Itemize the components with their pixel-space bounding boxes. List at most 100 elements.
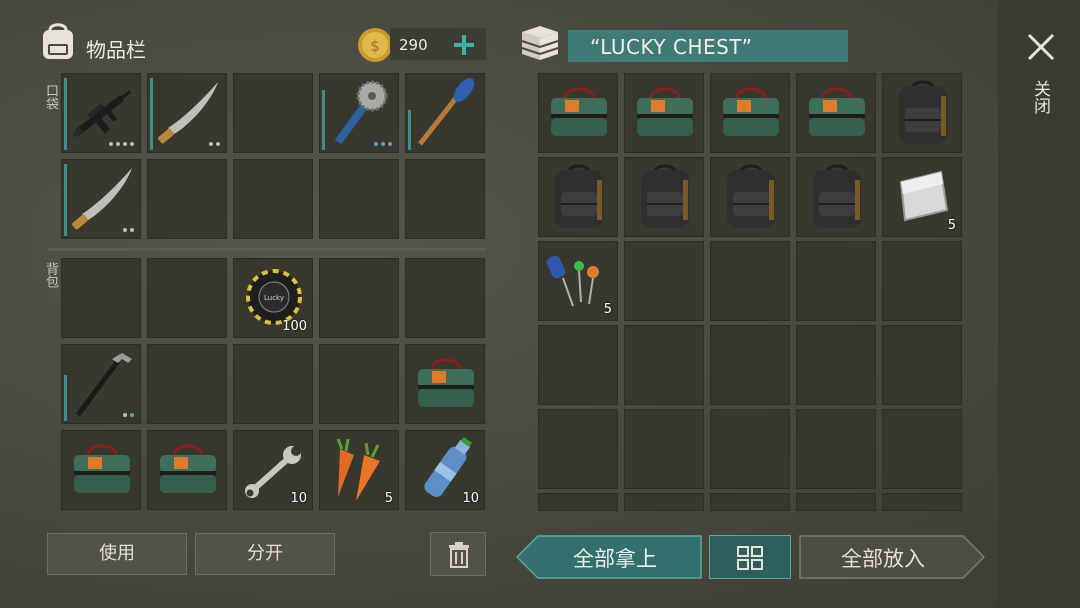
chest-slot-empty[interactable] [882,493,962,511]
chest-slot-empty[interactable] [796,241,876,321]
backpack-slot-empty[interactable] [319,258,399,338]
backpack-slot-empty[interactable] [147,258,227,338]
chest-slot-empty[interactable] [624,493,704,511]
chest-slot-empty[interactable] [710,325,790,405]
pocket-slot-empty[interactable] [147,159,227,239]
pocket-slot-empty[interactable] [233,159,313,239]
tactical-backpack-icon [899,80,947,144]
pocket-slot-rifle[interactable] [61,73,141,153]
section-divider [48,248,486,251]
chest-slot-empty[interactable] [538,493,618,511]
lucky-box-icon [74,444,130,493]
chest-title: “LUCKY CHEST” [590,35,753,59]
backpack-slot-carrots[interactable]: 5 [319,430,399,510]
item-quantity: 5 [603,302,612,317]
item-quantity: 100 [282,319,307,334]
chest-slot-electronics[interactable]: 5 [538,241,618,321]
item-quantity: 10 [290,491,307,506]
close-label[interactable]: 关闭 [1030,80,1050,114]
pocket-slot-saw-club[interactable] [319,73,399,153]
condition-dots [209,142,220,146]
backpack-slot-lucky-chip[interactable]: Lucky 100 [233,258,313,338]
backpack-slot-empty[interactable] [147,344,227,424]
tactical-backpack-icon [813,164,861,228]
trash-button[interactable] [430,532,486,576]
chest-slot-lucky-box[interactable] [624,73,704,153]
split-button[interactable]: 分开 [195,533,335,575]
backpack-slot-empty[interactable] [233,344,313,424]
chest-slot-empty[interactable] [538,325,618,405]
chest-slot-empty[interactable] [624,409,704,489]
chest-slot-lucky-box[interactable] [538,73,618,153]
backpack-slot-empty[interactable] [61,258,141,338]
item-quantity: 5 [384,491,393,506]
chest-slot-sheet-metal[interactable]: 5 [882,157,962,237]
coin-count: 290 [399,36,428,54]
chest-slot-empty[interactable] [882,409,962,489]
backpack-slot-lucky-box[interactable] [147,430,227,510]
chest-slot-empty[interactable] [624,241,704,321]
chest-slot-empty[interactable] [710,409,790,489]
chest-slot-empty[interactable] [796,325,876,405]
trash-icon [449,542,469,568]
tactical-backpack-icon [727,164,775,228]
backpack-slot-empty[interactable] [319,344,399,424]
backpack-slot-lucky-box[interactable] [61,430,141,510]
lucky-box-icon [418,358,474,407]
svg-text:$: $ [370,37,380,55]
tactical-backpack-icon [641,164,689,228]
chest-slot-empty[interactable] [538,409,618,489]
pocket-slot-empty[interactable] [405,159,485,239]
lucky-box-icon [637,87,693,136]
use-button[interactable]: 使用 [47,533,187,575]
pocket-label: 口袋 [43,84,58,110]
backpack-slot-crowbar[interactable] [61,344,141,424]
chest-slot-empty[interactable] [796,493,876,511]
backpack-slot-empty[interactable] [405,258,485,338]
chest-slot-empty[interactable] [710,493,790,511]
backpack-slot-lucky-box[interactable] [405,344,485,424]
chest-slot-backpack[interactable] [882,73,962,153]
pocket-slot-machete-2[interactable] [61,159,141,239]
paddle-icon [418,78,475,146]
lucky-box-icon [160,444,216,493]
take-all-button[interactable]: 全部拿上 [540,543,690,573]
item-quantity: 10 [462,491,479,506]
chest-stack-icon [521,26,559,60]
chest-slot-backpack[interactable] [538,157,618,237]
close-icon[interactable] [1026,32,1056,62]
chest-slot-lucky-box[interactable] [796,73,876,153]
backpack-slot-wrench[interactable]: 10 [233,430,313,510]
item-quantity: 5 [947,218,956,233]
chest-slot-backpack[interactable] [624,157,704,237]
put-all-button[interactable]: 全部放入 [808,543,958,573]
chest-slot-backpack[interactable] [796,157,876,237]
chest-slot-empty[interactable] [710,241,790,321]
svg-text:Lucky: Lucky [264,294,284,302]
chest-slot-empty[interactable] [882,325,962,405]
sort-button[interactable] [709,535,791,579]
sort-grid-icon [737,546,763,570]
plus-icon[interactable] [452,33,476,57]
pocket-slot-paddle[interactable] [405,73,485,153]
coin-icon: $ [358,28,392,62]
backpack-label: 背包 [43,262,58,288]
pocket-slot-empty[interactable] [233,73,313,153]
condition-dots [123,413,134,417]
lucky-box-icon [723,87,779,136]
tactical-backpack-icon [555,164,603,228]
backpack-icon [43,23,73,59]
chest-slot-empty[interactable] [882,241,962,321]
chest-slot-empty[interactable] [624,325,704,405]
condition-dots [374,142,392,146]
backpack-slot-water-bottle[interactable]: 10 [405,430,485,510]
condition-dots [109,142,134,146]
inventory-title: 物品栏 [86,38,146,62]
condition-dots [123,228,134,232]
lucky-box-icon [551,87,607,136]
chest-slot-backpack[interactable] [710,157,790,237]
chest-slot-empty[interactable] [796,409,876,489]
chest-slot-lucky-box[interactable] [710,73,790,153]
pocket-slot-machete[interactable] [147,73,227,153]
pocket-slot-empty[interactable] [319,159,399,239]
